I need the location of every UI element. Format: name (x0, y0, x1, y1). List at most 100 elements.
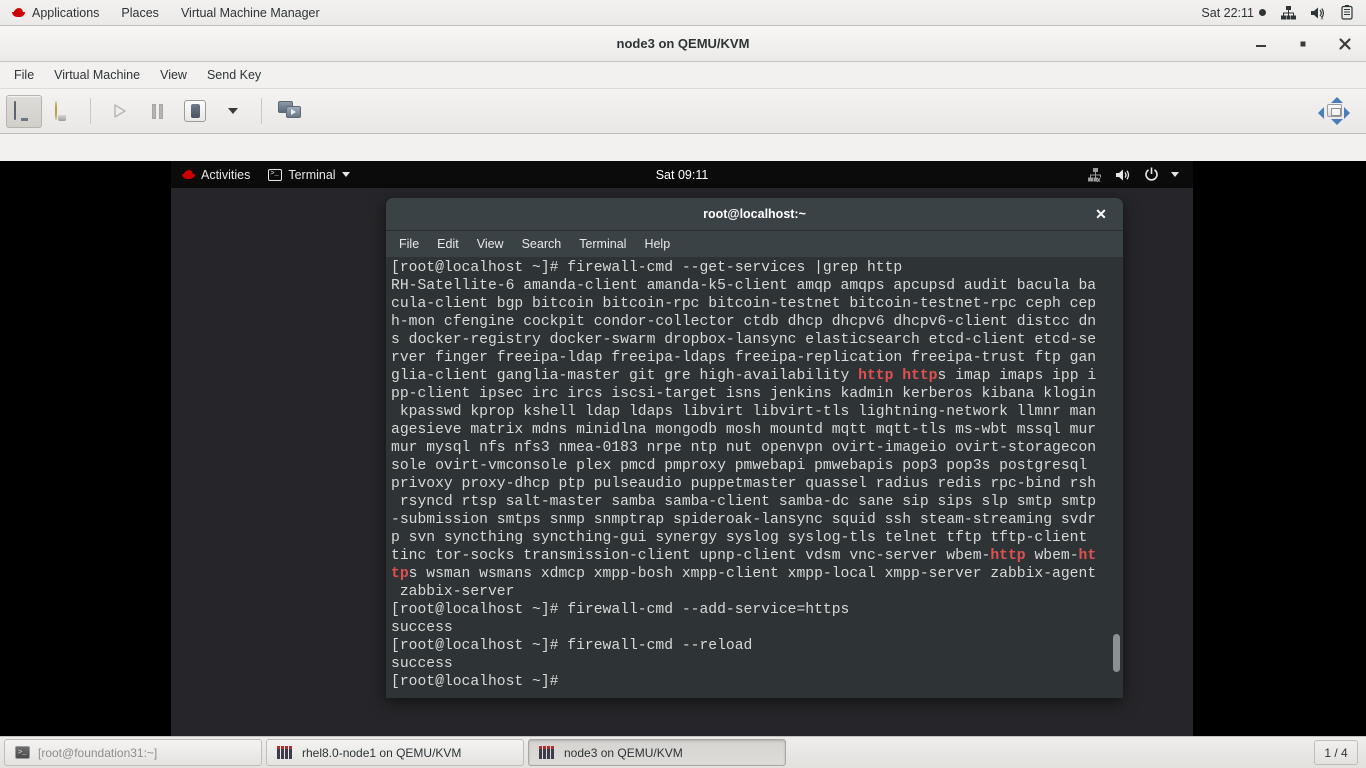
terminal-text: agesieve matrix mdns minidlna mongodb mo… (391, 422, 1096, 438)
volume-icon-svg (1115, 168, 1132, 182)
terminal-close-button[interactable]: ✕ (1092, 205, 1110, 223)
activities-label: Activities (201, 168, 250, 182)
terminal-line: pp-client ipsec irc ircs iscsi-target is… (391, 385, 1123, 403)
chevron-down-icon[interactable] (1165, 172, 1185, 177)
terminal-line: [root@localhost ~]# (391, 673, 1123, 691)
applications-menu-label: Applications (32, 0, 99, 26)
terminal-text: mur mysql nfs nfs3 nmea-0183 nrpe ntp nu… (391, 440, 1096, 456)
terminal-text: tinc tor-socks transmission-client upnp-… (391, 548, 990, 564)
host-taskbar: >_ [root@foundation31:~] rhel8.0-node1 o… (0, 736, 1366, 768)
details-view-button[interactable] (44, 95, 80, 128)
active-application-menu[interactable]: Virtual Machine Manager (170, 0, 331, 26)
menu-virtual-machine[interactable]: Virtual Machine (44, 62, 150, 89)
power-icon[interactable] (1138, 167, 1165, 182)
terminal-text: s wsman wsmans xdmcp xmpp-bosh xmpp-clie… (409, 566, 1097, 582)
terminal-line: rsyncd rtsp salt-master samba samba-clie… (391, 493, 1123, 511)
menu-send-key[interactable]: Send Key (197, 62, 271, 89)
menu-file[interactable]: File (4, 62, 44, 89)
taskbar-item-rhel8-node1[interactable]: rhel8.0-node1 on QEMU/KVM (266, 739, 524, 766)
grep-match: http (990, 548, 1025, 564)
places-menu[interactable]: Places (110, 0, 170, 26)
terminal-scrollbar-thumb[interactable] (1113, 634, 1120, 672)
terminal-text: h-mon cfengine cockpit condor-collector … (391, 314, 1096, 330)
applications-menu[interactable]: Applications (0, 0, 110, 26)
network-icon[interactable] (1274, 6, 1303, 20)
terminal-menu-view[interactable]: View (468, 231, 513, 257)
terminal-scrollbar[interactable] (1111, 257, 1121, 698)
terminal-text: [root@localhost ~]# firewall-cmd --get-s… (391, 260, 902, 276)
terminal-menu-edit[interactable]: Edit (428, 231, 468, 257)
grep-match: ht (1079, 548, 1097, 564)
volume-icon[interactable] (1109, 168, 1138, 182)
close-button[interactable] (1334, 33, 1356, 55)
guest-app-menu[interactable]: >_ Terminal (259, 161, 358, 188)
guest-app-menu-label: Terminal (288, 168, 335, 182)
terminal-icon: >_ (268, 169, 282, 181)
terminal-text: pp-client ipsec irc ircs iscsi-target is… (391, 386, 1096, 402)
terminal-line: p svn syncthing syncthing-gui synergy sy… (391, 529, 1123, 547)
taskbar-item-node3[interactable]: node3 on QEMU/KVM (528, 739, 786, 766)
vm-window-titlebar[interactable]: node3 on QEMU/KVM (0, 26, 1366, 62)
terminal-line: -submission smtps snmp snmptrap spideroa… (391, 511, 1123, 529)
shutdown-button[interactable] (177, 95, 213, 128)
vm-console-viewport[interactable]: Activities >_ Terminal Sat 09:11 (0, 161, 1366, 762)
taskbar-item-label: rhel8.0-node1 on QEMU/KVM (302, 746, 461, 760)
fullscreen-button[interactable] (1316, 95, 1352, 128)
terminal-line: rver finger freeipa-ldap freeipa-ldaps f… (391, 349, 1123, 367)
terminal-text: rver finger freeipa-ldap freeipa-ldaps f… (391, 350, 1096, 366)
minimize-button[interactable] (1250, 33, 1272, 55)
maximize-button[interactable] (1292, 33, 1314, 55)
terminal-line: success (391, 619, 1123, 637)
terminal-menubar: File Edit View Search Terminal Help (386, 231, 1123, 257)
shutdown-menu-button[interactable] (215, 95, 251, 128)
menu-view[interactable]: View (150, 62, 197, 89)
terminal-line: privoxy proxy-dhcp ptp pulseaudio puppet… (391, 475, 1123, 493)
battery-icon[interactable] (1334, 5, 1360, 20)
terminal-line: [root@localhost ~]# firewall-cmd --get-s… (391, 259, 1123, 277)
terminal-window[interactable]: root@localhost:~ ✕ File Edit View Search… (386, 198, 1123, 698)
active-application-label: Virtual Machine Manager (181, 0, 320, 26)
grep-match: tp (391, 566, 409, 582)
grep-match: http (902, 368, 937, 384)
guest-desktop[interactable]: Activities >_ Terminal Sat 09:11 (171, 161, 1193, 758)
pause-button[interactable] (139, 95, 175, 128)
workspace-switcher[interactable]: 1 / 4 (1314, 740, 1358, 765)
vm-icon (277, 746, 294, 759)
host-clock[interactable]: Sat 22:11 (1193, 6, 1274, 20)
console-view-button[interactable] (6, 95, 42, 128)
toolbar-separator-2 (261, 98, 262, 124)
pause-icon (152, 104, 163, 119)
svg-text:x: x (1321, 15, 1324, 20)
redhat-logo-icon (181, 169, 195, 180)
power-icon-svg (1144, 167, 1159, 182)
terminal-line: [root@localhost ~]# firewall-cmd --reloa… (391, 637, 1123, 655)
terminal-menu-file[interactable]: File (390, 231, 428, 257)
guest-status-area[interactable]: x (1082, 167, 1193, 182)
terminal-line: RH-Satellite-6 amanda-client amanda-k5-c… (391, 277, 1123, 295)
grep-match: http (858, 368, 893, 384)
terminal-menu-terminal[interactable]: Terminal (570, 231, 635, 257)
terminal-line: h-mon cfengine cockpit condor-collector … (391, 313, 1123, 331)
terminal-icon: >_ (15, 746, 30, 759)
network-disconnected-icon[interactable]: x (1082, 168, 1109, 182)
terminal-menu-help[interactable]: Help (635, 231, 679, 257)
terminal-text: [root@localhost ~]# firewall-cmd --reloa… (391, 638, 752, 654)
terminal-text: success (391, 656, 453, 672)
terminal-text: RH-Satellite-6 amanda-client amanda-k5-c… (391, 278, 1096, 294)
terminal-text: rsyncd rtsp salt-master samba samba-clie… (391, 494, 1096, 510)
taskbar-item-foundation-terminal[interactable]: >_ [root@foundation31:~] (4, 739, 262, 766)
terminal-menu-search[interactable]: Search (513, 231, 571, 257)
snapshots-button[interactable] (272, 95, 308, 128)
terminal-text: -submission smtps snmp snmptrap spideroa… (391, 512, 1096, 528)
terminal-titlebar[interactable]: root@localhost:~ ✕ (386, 198, 1123, 231)
svg-text:x: x (1097, 177, 1101, 182)
run-button[interactable] (101, 95, 137, 128)
lightbulb-icon (54, 102, 70, 121)
volume-muted-icon[interactable]: x (1303, 6, 1334, 20)
activities-button[interactable]: Activities (171, 161, 259, 188)
window-controls (1250, 33, 1366, 55)
taskbar-item-label: node3 on QEMU/KVM (564, 746, 683, 760)
chevron-down-icon (228, 108, 238, 114)
terminal-body[interactable]: [root@localhost ~]# firewall-cmd --get-s… (386, 257, 1123, 698)
places-menu-label: Places (121, 0, 159, 26)
